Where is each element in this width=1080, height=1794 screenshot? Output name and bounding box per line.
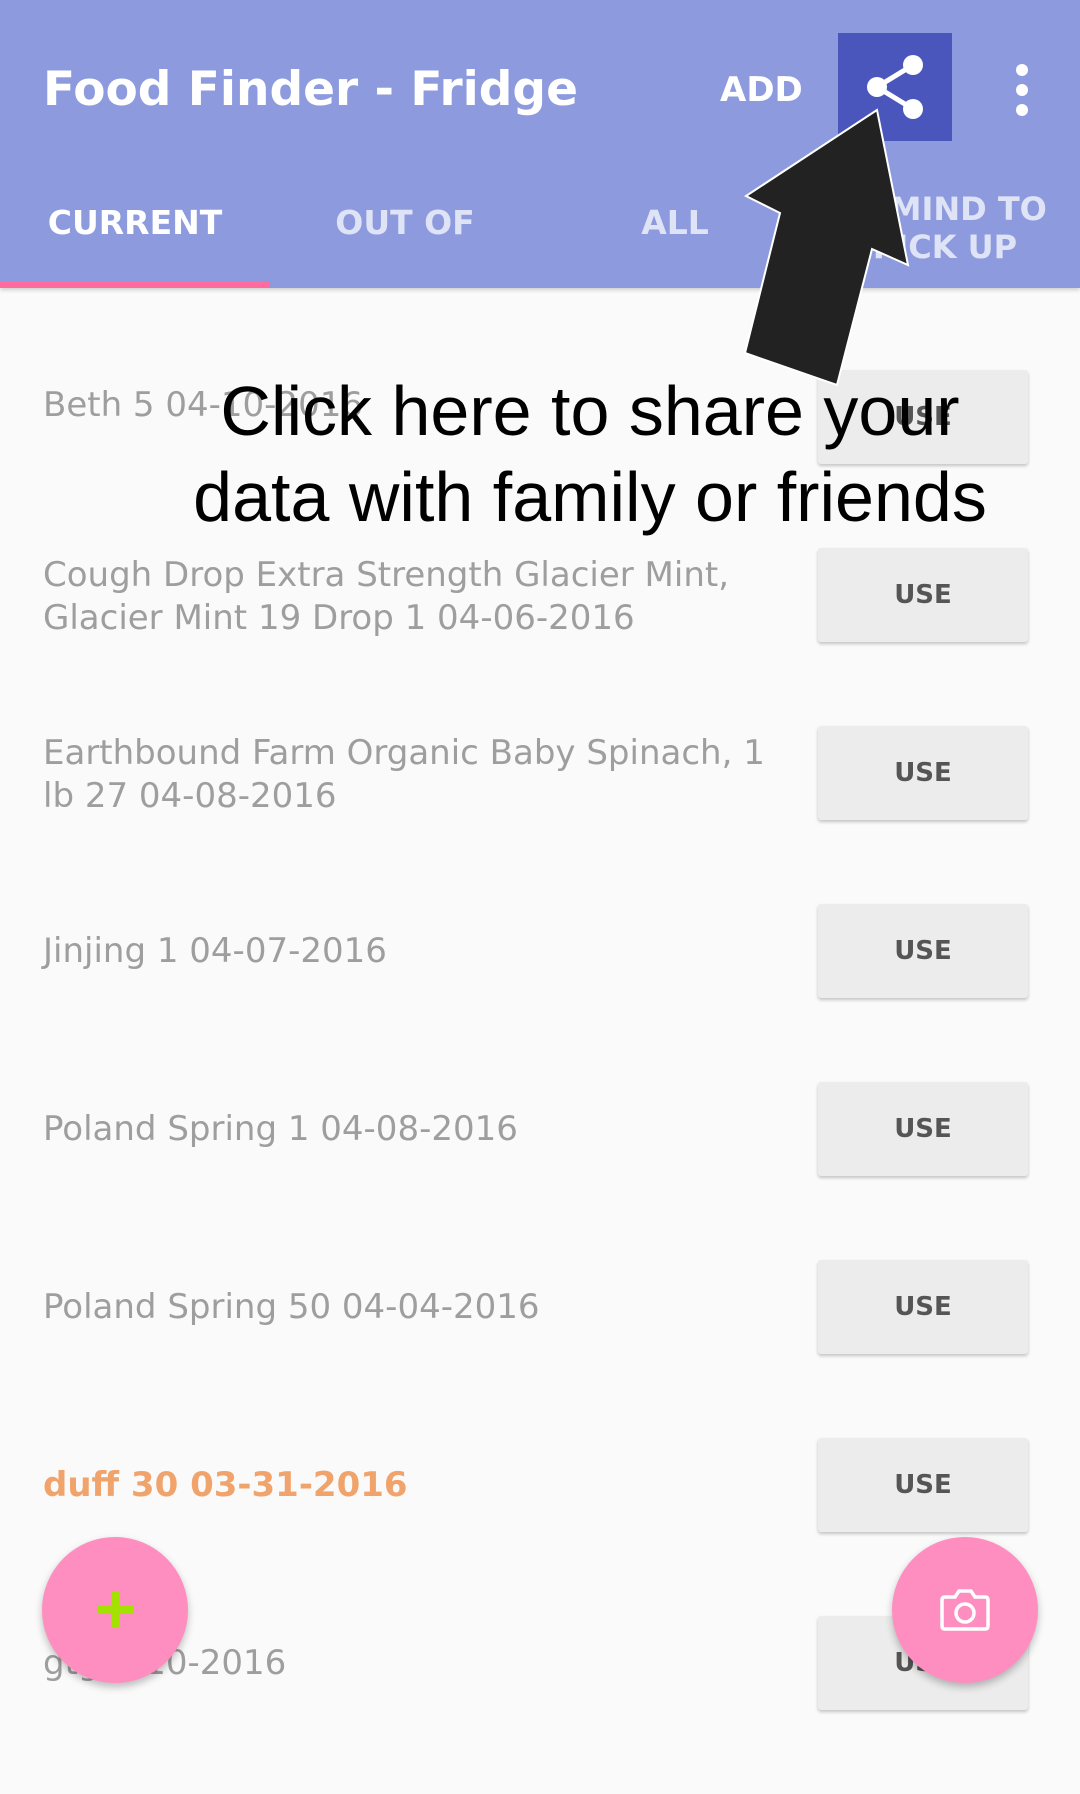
use-button[interactable]: USE (818, 1260, 1028, 1354)
item-text: Jinjing 1 04-07-2016 (43, 931, 387, 971)
camera-fab[interactable] (892, 1537, 1038, 1683)
list-item: Earthbound Farm Organic Baby Spinach, 1 … (0, 726, 1080, 904)
list-item: Jinjing 1 04-07-2016 USE (0, 904, 1080, 1082)
arrow-pointer (743, 108, 910, 387)
use-button[interactable]: USE (818, 904, 1028, 998)
use-button[interactable]: USE (818, 1082, 1028, 1176)
camera-icon (940, 1589, 990, 1631)
list-item: Cough Drop Extra Strength Glacier Mint, … (0, 548, 1080, 726)
use-button[interactable]: USE (818, 548, 1028, 642)
add-item-fab[interactable] (42, 1537, 188, 1683)
item-text: Poland Spring 1 04-08-2016 (43, 1109, 518, 1149)
list-item: Poland Spring 1 04-08-2016 USE (0, 1082, 1080, 1260)
annotation-text: Click here to share your data with famil… (193, 372, 987, 536)
item-text: Cough Drop Extra Strength Glacier Mint, … (43, 555, 730, 638)
list-item: Poland Spring 50 04-04-2016 USE (0, 1260, 1080, 1438)
item-text: Earthbound Farm Organic Baby Spinach, 1 … (43, 733, 765, 816)
plus-icon (97, 1592, 133, 1628)
item-text: Poland Spring 50 04-04-2016 (43, 1287, 540, 1327)
item-text-expired: duff 30 03-31-2016 (43, 1465, 408, 1505)
use-button[interactable]: USE (818, 726, 1028, 820)
use-button[interactable]: USE (818, 1438, 1028, 1532)
